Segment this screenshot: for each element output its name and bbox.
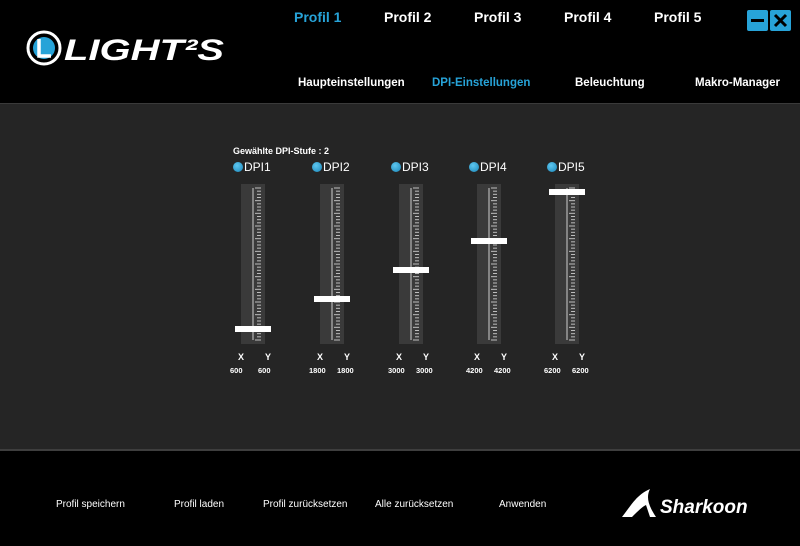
dpi4-slider-track[interactable] — [477, 184, 501, 344]
dpi5-slider-track[interactable] — [555, 184, 579, 344]
dpi5-label: DPI5 — [558, 160, 585, 174]
dpi1-y-value: 600 — [258, 366, 271, 375]
save-profile-button[interactable]: Profil speichern — [56, 499, 125, 510]
dpi-level-3: DPI3 X Y 3000 3000 — [388, 160, 451, 380]
tab-beleuchtung[interactable]: Beleuchtung — [575, 77, 645, 89]
dpi4-y-label: Y — [501, 352, 508, 362]
profile-tab-1[interactable]: Profil 1 — [294, 9, 341, 25]
profile-tab-3[interactable]: Profil 3 — [474, 9, 521, 25]
tab-dpi-einstellungen[interactable]: DPI-Einstellungen — [432, 77, 530, 89]
sharkoon-logo: Sharkoon — [622, 489, 748, 518]
dpi4-y-value: 4200 — [494, 366, 511, 375]
dpi5-x-label: X — [552, 352, 559, 362]
dpi1-label: DPI1 — [244, 160, 271, 174]
dpi2-slider-thumb[interactable] — [314, 296, 350, 303]
dpi1-x-label: X — [238, 352, 245, 362]
dpi5-y-value: 6200 — [572, 366, 589, 375]
dpi4-slider-thumb[interactable] — [471, 237, 507, 244]
profile-tab-4[interactable]: Profil 4 — [564, 9, 611, 25]
selected-dpi-stage-label: Gewählte DPI-Stufe : 2 — [233, 146, 330, 156]
dpi3-label: DPI3 — [402, 160, 429, 174]
dpi4-x-label: X — [474, 352, 481, 362]
dpi1-radio-button[interactable] — [233, 162, 243, 172]
dpi2-slider-track[interactable] — [320, 184, 344, 344]
dpi3-y-value: 3000 — [416, 366, 433, 375]
dpi2-y-value: 1800 — [337, 366, 354, 375]
load-profile-button[interactable]: Profil laden — [174, 499, 224, 510]
profile-tab-5[interactable]: Profil 5 — [654, 9, 701, 25]
dpi2-x-label: X — [317, 352, 324, 362]
footer: Profil speichern Profil laden Profil zur… — [0, 451, 800, 546]
dpi5-x-value: 6200 — [544, 366, 561, 375]
dpi1-x-value: 600 — [230, 366, 243, 375]
svg-text:LIGHT²S: LIGHT²S — [64, 34, 224, 67]
dpi5-slider-thumb[interactable] — [549, 188, 585, 195]
dpi3-y-label: Y — [423, 352, 430, 362]
dpi4-radio-button[interactable] — [469, 162, 479, 172]
dpi4-label: DPI4 — [480, 160, 507, 174]
tab-haupteinstellungen[interactable]: Haupteinstellungen — [298, 77, 405, 89]
dpi3-x-value: 3000 — [388, 366, 405, 375]
tab-makro-manager[interactable]: Makro-Manager — [695, 77, 780, 89]
profile-tab-2[interactable]: Profil 2 — [384, 9, 431, 25]
dpi3-slider-thumb[interactable] — [393, 267, 429, 274]
apply-button[interactable]: Anwenden — [499, 499, 546, 510]
dpi5-tick-marks — [566, 187, 575, 341]
header: LIGHT²S Profil 1 Profil 2 Profil 3 Profi… — [0, 0, 800, 103]
dpi-level-1: DPI1 X Y 600 600 — [230, 160, 293, 380]
dpi1-tick-marks — [252, 187, 261, 341]
dpi2-label: DPI2 — [323, 160, 350, 174]
light2s-logo: LIGHT²S — [26, 30, 224, 67]
dpi1-slider-thumb[interactable] — [235, 325, 271, 332]
dpi5-y-label: Y — [579, 352, 586, 362]
dpi2-radio-button[interactable] — [312, 162, 322, 172]
close-button[interactable] — [770, 10, 791, 31]
reset-all-button[interactable]: Alle zurücksetzen — [375, 499, 453, 510]
svg-text:Sharkoon: Sharkoon — [660, 497, 748, 518]
dpi2-x-value: 1800 — [309, 366, 326, 375]
dpi3-radio-button[interactable] — [391, 162, 401, 172]
dpi4-tick-marks — [488, 187, 497, 341]
dpi2-y-label: Y — [344, 352, 351, 362]
dpi4-x-value: 4200 — [466, 366, 483, 375]
dpi3-tick-marks — [410, 187, 419, 341]
dpi3-x-label: X — [396, 352, 403, 362]
close-icon — [773, 13, 788, 28]
dpi5-radio-button[interactable] — [547, 162, 557, 172]
minimize-icon — [751, 19, 764, 22]
dpi1-y-label: Y — [265, 352, 272, 362]
dpi-settings-panel: Gewählte DPI-Stufe : 2 DPI1 X Y 600 600 … — [0, 103, 800, 451]
minimize-button[interactable] — [747, 10, 768, 31]
reset-profile-button[interactable]: Profil zurücksetzen — [263, 499, 347, 510]
dpi-level-4: DPI4 X Y 4200 4200 — [466, 160, 529, 380]
dpi1-slider-track[interactable] — [241, 184, 265, 344]
dpi-level-2: DPI2 X Y 1800 1800 — [309, 160, 372, 380]
dpi-level-5: DPI5 X Y 6200 6200 — [544, 160, 607, 380]
dpi3-slider-track[interactable] — [399, 184, 423, 344]
dpi2-tick-marks — [331, 187, 340, 341]
